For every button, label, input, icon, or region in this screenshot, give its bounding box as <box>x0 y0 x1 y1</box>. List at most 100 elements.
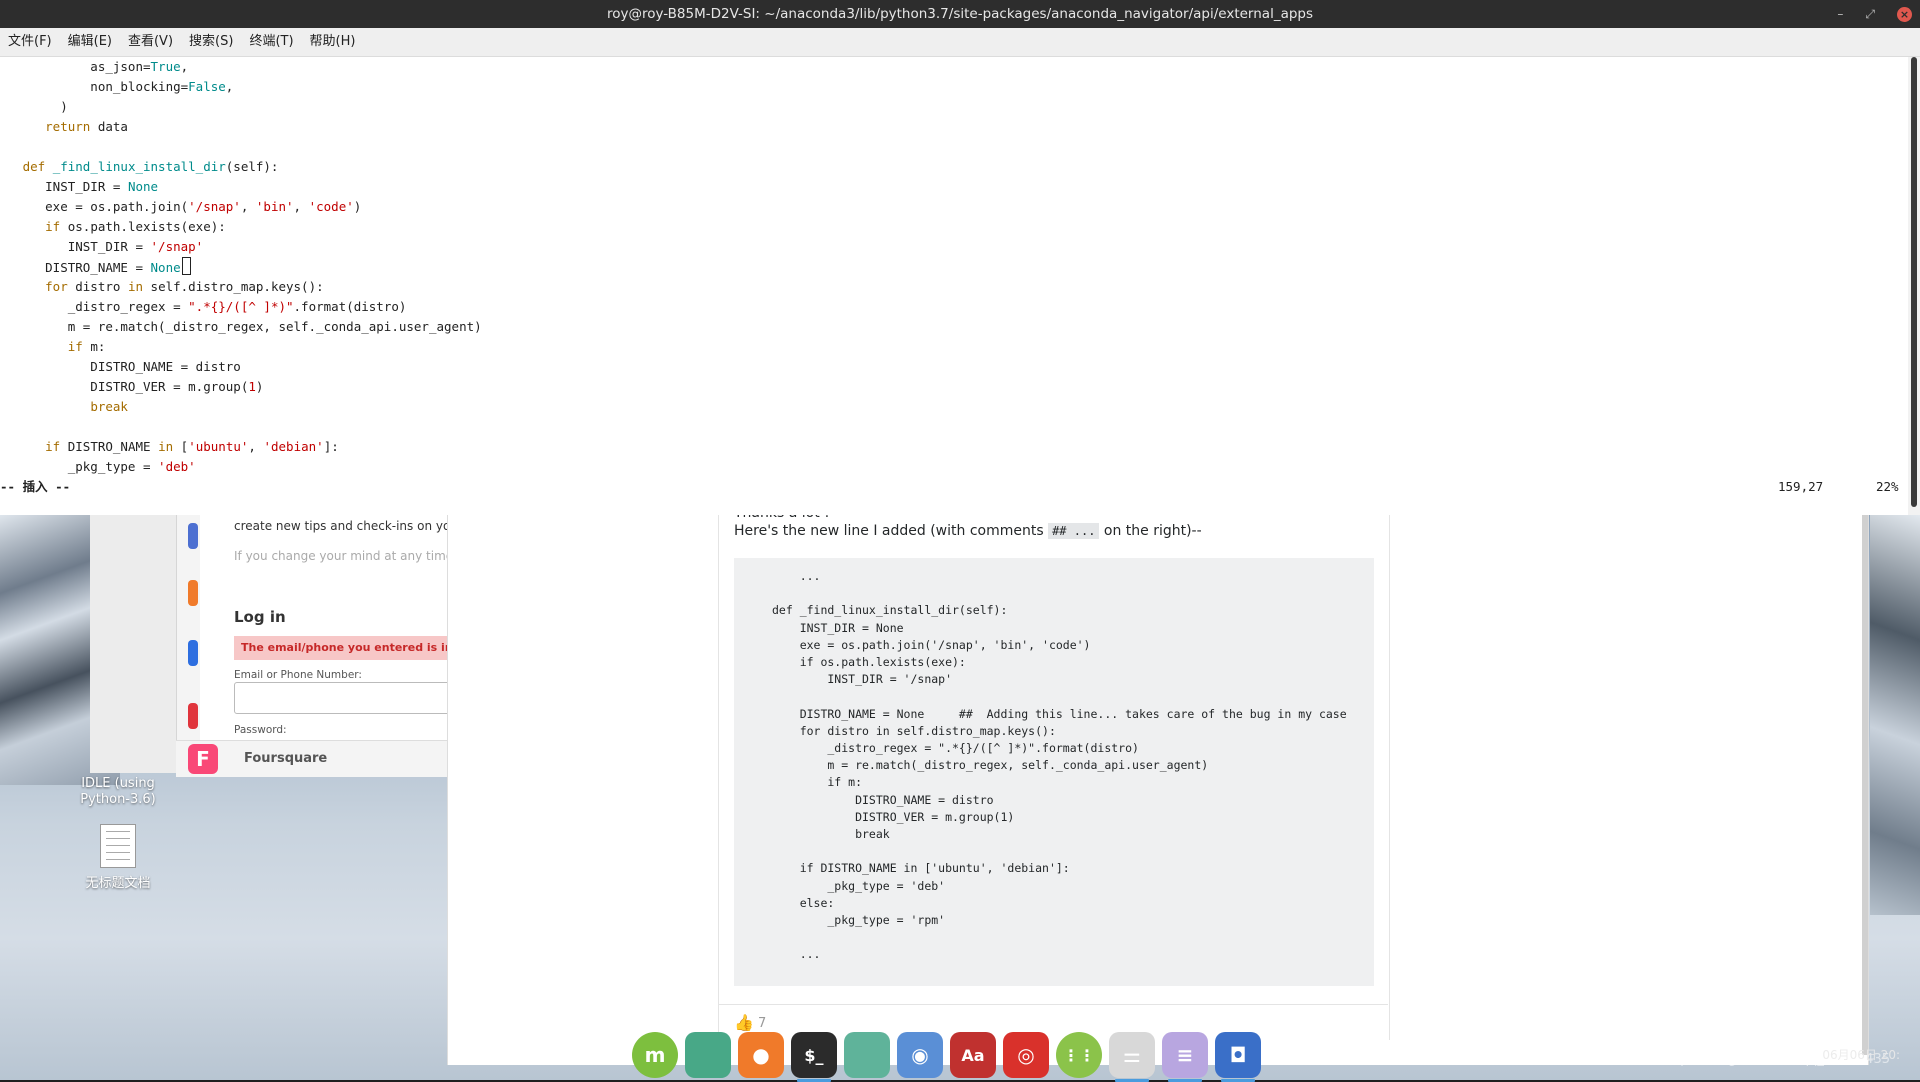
post-scrollbar[interactable] <box>1862 515 1868 1055</box>
desktop-icon-doc-label: 无标题文档 <box>85 876 151 891</box>
netease-music-icon[interactable]: ◎ <box>1003 1032 1049 1078</box>
dock-glyph: ◘ <box>1229 1043 1247 1067</box>
desktop-icon-untitled-doc[interactable]: 无标题文档 <box>80 824 156 891</box>
post-code-line: ... <box>772 569 821 583</box>
terminal-titlebar[interactable]: roy@roy-B85M-D2V-SI: ~/anaconda3/lib/pyt… <box>0 0 1920 28</box>
dictionary-icon[interactable]: Aa <box>950 1032 996 1078</box>
firefox-icon[interactable]: ● <box>738 1032 784 1078</box>
code-line: _distro_regex = ".*{}/([^ ]*)".format(di… <box>0 297 482 317</box>
code-line: DISTRO_VER = m.group(1) <box>0 377 482 397</box>
code-token: (self): <box>225 159 279 174</box>
code-line: break <box>0 397 482 417</box>
tray-datetime[interactable]: 06月06日 20: <box>1822 1046 1900 1063</box>
code-token: , <box>293 199 309 214</box>
app-list-strip <box>90 515 198 773</box>
code-token: for <box>45 279 68 294</box>
vim-scroll-percent: 22% <box>1876 479 1899 494</box>
code-token: 1 <box>248 379 256 394</box>
post-intro-after: on the right)-- <box>1099 523 1202 539</box>
dock-glyph: ⚌ <box>1123 1043 1141 1067</box>
code-token: , <box>180 59 189 74</box>
app-grid-icon[interactable]: ⋮⋮ <box>1056 1032 1102 1078</box>
terminal-title: roy@roy-B85M-D2V-SI: ~/anaconda3/lib/pyt… <box>606 6 1314 22</box>
code-token: ".*{}/([^ ]*)" <box>188 299 294 314</box>
screenshot-icon[interactable]: ◘ <box>1215 1032 1261 1082</box>
mint-menu-icon[interactable]: m <box>632 1032 678 1078</box>
code-token: _distro_regex = <box>0 299 189 314</box>
foursquare-list-item[interactable]: F Foursquare <box>176 740 450 777</box>
post-intro-code: ## ... <box>1048 523 1100 539</box>
code-line: as_json=True, <box>0 57 482 77</box>
post-code-line: if m: <box>772 775 863 790</box>
post-code-line: if DISTRO_NAME in ['ubuntu', 'debian']: <box>772 861 1070 876</box>
email-label: Email or Phone Number: <box>234 669 362 681</box>
post-code-line: INST_DIR = '/snap' <box>772 672 953 687</box>
files-green-icon[interactable] <box>685 1032 731 1078</box>
menu-search[interactable]: 搜索(S) <box>181 28 241 56</box>
login-tip-text: create new tips and check-ins on your <box>234 519 450 533</box>
app-chip <box>188 640 198 666</box>
dock-glyph: ◎ <box>1017 1043 1035 1067</box>
code-line: INST_DIR = '/snap' <box>0 237 482 257</box>
dock-glyph: m <box>644 1043 666 1067</box>
code-token: non_blocking= <box>0 79 189 94</box>
code-token: DISTRO_NAME = <box>0 260 151 275</box>
code-line: _pkg_type = 'deb' <box>0 457 482 477</box>
code-token: ]: <box>323 439 339 454</box>
menu-edit[interactable]: 编辑(E) <box>60 28 120 56</box>
menu-terminal[interactable]: 终端(T) <box>241 28 301 56</box>
settings-toggle-icon[interactable]: ⚌ <box>1109 1032 1155 1082</box>
post-code-block: ... def _find_linux_install_dir(self): IN… <box>734 558 1374 986</box>
maximize-button[interactable]: ⤢ <box>1865 0 1875 28</box>
dock: m ● $_ ◉ Aa ◎ ⋮⋮ ⚌ ≡ ◘ <box>632 1030 1261 1082</box>
chromium-icon[interactable]: ◉ <box>897 1032 943 1078</box>
code-token: m = re.match(_distro_regex, self._conda_… <box>0 319 482 334</box>
vim-cursor-position: 159,27 <box>1778 479 1824 494</box>
code-token: 'debian' <box>263 439 324 454</box>
minimize-button[interactable]: – <box>1837 0 1843 28</box>
code-token: 'bin' <box>255 199 294 214</box>
text-editor-icon[interactable]: ≡ <box>1162 1032 1208 1082</box>
terminal-scrollbar[interactable] <box>1908 57 1920 515</box>
code-token: 'deb' <box>158 459 196 474</box>
post-code-line: def _find_linux_install_dir(self): <box>772 603 1008 618</box>
code-token: , <box>248 439 264 454</box>
desktop-icon-idle-label[interactable]: IDLE (using Python-3.6) <box>70 776 166 808</box>
code-line: return data <box>0 117 482 137</box>
login-note-text: If you change your mind at any time, y <box>234 549 450 563</box>
dock-glyph: ◉ <box>911 1043 929 1067</box>
vim-code-view: as_json=True, non_blocking=False, ) retu… <box>0 57 482 477</box>
scrollbar-thumb[interactable] <box>1911 57 1917 507</box>
code-token: False <box>188 79 226 94</box>
code-token: [ <box>173 439 189 454</box>
post-code-line: exe = os.path.join('/snap', 'bin', 'code… <box>772 637 1091 652</box>
app-chip <box>188 703 198 729</box>
folder-icon[interactable] <box>844 1032 890 1078</box>
code-token: '/snap' <box>188 199 241 214</box>
code-line: for distro in self.distro_map.keys(): <box>0 277 482 297</box>
post-code-line: _pkg_type = 'rpm' <box>772 913 946 927</box>
code-line: if m: <box>0 337 482 357</box>
app-chip <box>188 580 198 606</box>
dock-glyph: $_ <box>804 1045 824 1065</box>
app-chip <box>188 523 198 549</box>
menu-view[interactable]: 查看(V) <box>120 28 181 56</box>
close-button[interactable]: × <box>1897 6 1912 22</box>
email-field[interactable] <box>234 682 450 714</box>
code-token: DISTRO_NAME <box>60 439 159 454</box>
password-label: Password: <box>234 724 287 736</box>
document-icon <box>100 824 136 868</box>
like-count: 7 <box>758 1016 767 1031</box>
post-intro-before: Here's the new line I added (with commen… <box>734 523 1049 539</box>
menu-file[interactable]: 文件(F) <box>0 28 60 56</box>
terminal-text-area[interactable]: as_json=True, non_blocking=False, ) retu… <box>0 57 1908 515</box>
menu-help[interactable]: 帮助(H) <box>302 28 364 56</box>
code-token: exe = os.path.join( <box>0 199 189 214</box>
code-line: DISTRO_NAME = None <box>0 257 482 277</box>
terminal-icon[interactable]: $_ <box>791 1032 837 1082</box>
code-token: ) <box>255 379 264 394</box>
foursquare-icon: F <box>188 744 218 774</box>
